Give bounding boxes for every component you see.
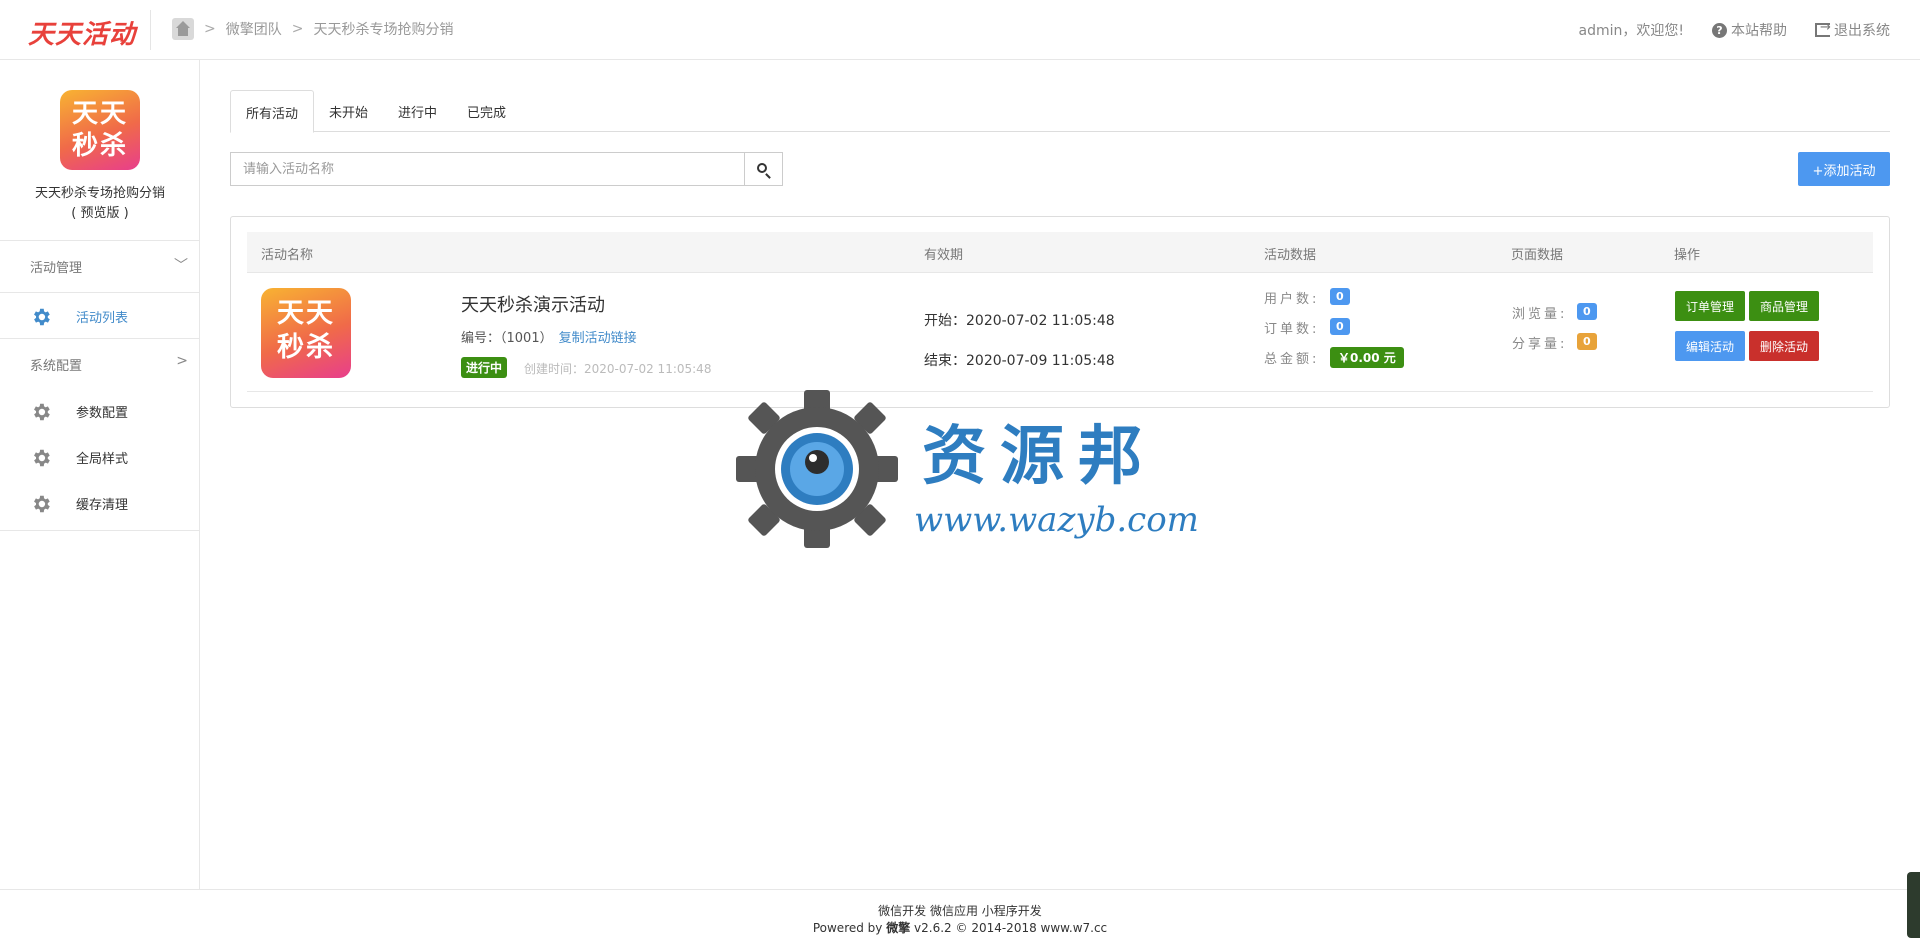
logout-label: 退出系统 bbox=[1834, 23, 1890, 39]
product-management-button[interactable]: 商品管理 bbox=[1749, 291, 1819, 321]
activity-logo-line1: 天天 bbox=[277, 298, 335, 329]
gear-icon bbox=[34, 308, 50, 326]
sidebar-item-activity-list[interactable]: 活动列表 bbox=[0, 292, 200, 338]
top-bar: 天天活动 > 微擎团队 > 天天秒杀专场抢购分销 admin，欢迎您! ? 本站… bbox=[0, 0, 1920, 60]
sidebar-item-label: 参数配置 bbox=[76, 406, 129, 421]
column-header-name: 活动名称 bbox=[261, 248, 314, 263]
footer-links[interactable]: 微信开发 微信应用 小程序开发 bbox=[0, 903, 1920, 920]
sidebar: 天天 秒杀 天天秒杀专场抢购分销 ( 预览版 ) 活动管理 ﹀ 活动列表 系统配… bbox=[0, 60, 200, 890]
shares-count-badge: 0 bbox=[1577, 333, 1597, 350]
column-header-page-data: 页面数据 bbox=[1511, 248, 1564, 263]
views-label: 浏览量: bbox=[1512, 307, 1568, 322]
users-label: 用户数: bbox=[1264, 292, 1320, 307]
gear-icon bbox=[34, 403, 50, 421]
sidebar-group-label: 活动管理 bbox=[30, 261, 83, 276]
gear-icon bbox=[34, 495, 50, 513]
sidebar-group-label: 系统配置 bbox=[30, 359, 83, 374]
activity-table: 活动名称 有效期 活动数据 页面数据 操作 天天 秒杀 天天秒杀演示活动 编号：… bbox=[230, 216, 1890, 408]
breadcrumb-item-app[interactable]: 天天秒杀专场抢购分销 bbox=[313, 19, 453, 39]
created-time: 创建时间：2020-07-02 11:05:48 bbox=[524, 362, 712, 376]
search-bar bbox=[230, 152, 783, 186]
home-icon[interactable] bbox=[172, 18, 194, 40]
footer-powered: Powered by 微擎 v2.6.2 © 2014-2018 www.w7.… bbox=[0, 920, 1920, 937]
sidebar-item-params[interactable]: 参数配置 bbox=[0, 388, 200, 434]
activity-logo-line2: 秒杀 bbox=[277, 332, 335, 363]
tab-in-progress[interactable]: 进行中 bbox=[383, 90, 452, 132]
add-activity-button[interactable]: +添加活动 bbox=[1798, 152, 1890, 186]
delete-activity-button[interactable]: 删除活动 bbox=[1749, 331, 1819, 361]
search-input[interactable] bbox=[230, 152, 745, 186]
shares-label: 分享量: bbox=[1512, 337, 1568, 352]
status-badge: 进行中 bbox=[461, 357, 508, 378]
app-name-line1: 天天秒杀专场抢购分销 bbox=[34, 186, 165, 201]
question-icon: ? bbox=[1712, 22, 1727, 38]
chevron-right-icon: > bbox=[291, 21, 304, 37]
activity-tabs: 所有活动 未开始 进行中 已完成 bbox=[230, 90, 1890, 133]
activity-id: 编号：（1001） 复制活动链接 bbox=[461, 327, 637, 346]
sidebar-item-label: 全局样式 bbox=[76, 452, 129, 467]
powered-prefix: Powered by bbox=[812, 921, 887, 935]
order-management-button[interactable]: 订单管理 bbox=[1675, 291, 1745, 321]
powered-suffix: v2.6.2 © 2014-2018 www.w7.cc bbox=[910, 921, 1108, 935]
user-greeting: admin，欢迎您! bbox=[1578, 23, 1684, 39]
orders-label: 订单数: bbox=[1264, 322, 1320, 337]
edit-activity-button[interactable]: 编辑活动 bbox=[1675, 331, 1745, 361]
sidebar-item-cache-clear[interactable]: 缓存清理 bbox=[0, 480, 200, 526]
column-header-validity: 有效期 bbox=[924, 248, 964, 263]
users-count-badge: 0 bbox=[1330, 288, 1350, 305]
logo-divider bbox=[150, 10, 151, 50]
watermark-text: 资源邦 bbox=[922, 419, 1156, 494]
watermark-url: www.wazyb.com bbox=[914, 500, 1199, 540]
activity-title: 天天秒杀演示活动 bbox=[461, 295, 605, 316]
amount-label: 总金额: bbox=[1264, 352, 1320, 367]
tab-not-started[interactable]: 未开始 bbox=[314, 90, 383, 132]
end-time: 结束：2020-07-09 11:05:48 bbox=[924, 353, 1115, 369]
views-count-badge: 0 bbox=[1577, 303, 1597, 320]
activity-logo: 天天 秒杀 bbox=[261, 288, 351, 378]
logout-icon bbox=[1815, 20, 1831, 37]
app-name-edition: ( 预览版 ) bbox=[71, 206, 129, 221]
chevron-right-icon: > bbox=[176, 353, 188, 369]
help-link[interactable]: ? 本站帮助 bbox=[1712, 20, 1787, 40]
copy-link-button[interactable]: 复制活动链接 bbox=[559, 331, 637, 346]
site-logo[interactable]: 天天活动 bbox=[28, 14, 136, 51]
amount-badge: ￥0.00 元 bbox=[1330, 347, 1404, 368]
sidebar-item-label: 活动列表 bbox=[76, 311, 129, 326]
footer: 微信开发 微信应用 小程序开发 Powered by 微擎 v2.6.2 © 2… bbox=[0, 889, 1920, 938]
app-logo-line2: 秒杀 bbox=[71, 131, 128, 161]
column-header-actions: 操作 bbox=[1674, 248, 1701, 263]
search-button[interactable] bbox=[745, 152, 783, 186]
app-name: 天天秒杀专场抢购分销 ( 预览版 ) bbox=[0, 184, 200, 224]
help-label: 本站帮助 bbox=[1731, 23, 1787, 39]
app-logo: 天天 秒杀 bbox=[60, 90, 140, 170]
app-logo-line1: 天天 bbox=[71, 99, 128, 129]
activity-id-label: 编号：（1001） bbox=[461, 331, 553, 346]
breadcrumb: > 微擎团队 > 天天秒杀专场抢购分销 bbox=[172, 18, 453, 40]
sidebar-divider bbox=[0, 530, 200, 531]
gear-icon bbox=[34, 449, 50, 467]
search-icon bbox=[757, 163, 767, 173]
breadcrumb-item-team[interactable]: 微擎团队 bbox=[226, 19, 282, 39]
column-header-activity-data: 活动数据 bbox=[1264, 248, 1317, 263]
powered-brand[interactable]: 微擎 bbox=[886, 921, 910, 935]
row-divider bbox=[247, 391, 1873, 392]
logout-link[interactable]: 退出系统 bbox=[1815, 20, 1890, 40]
sidebar-item-global-style[interactable]: 全局样式 bbox=[0, 434, 200, 480]
tab-all[interactable]: 所有活动 bbox=[230, 90, 315, 133]
tab-completed[interactable]: 已完成 bbox=[452, 90, 521, 132]
table-header: 活动名称 有效期 活动数据 页面数据 操作 bbox=[247, 232, 1873, 273]
chevron-right-icon: > bbox=[204, 21, 216, 37]
sidebar-group-activity[interactable]: 活动管理 ﹀ bbox=[0, 240, 200, 290]
chevron-down-icon: ﹀ bbox=[174, 258, 188, 274]
sidebar-item-label: 缓存清理 bbox=[76, 498, 129, 513]
orders-count-badge: 0 bbox=[1330, 318, 1350, 335]
floating-widget[interactable] bbox=[1907, 872, 1920, 938]
watermark-gear-icon bbox=[736, 390, 898, 548]
user-menu: admin，欢迎您! ? 本站帮助 退出系统 bbox=[1579, 20, 1890, 40]
sidebar-group-system[interactable]: 系统配置 > bbox=[0, 338, 200, 388]
start-time: 开始：2020-07-02 11:05:48 bbox=[924, 313, 1115, 329]
